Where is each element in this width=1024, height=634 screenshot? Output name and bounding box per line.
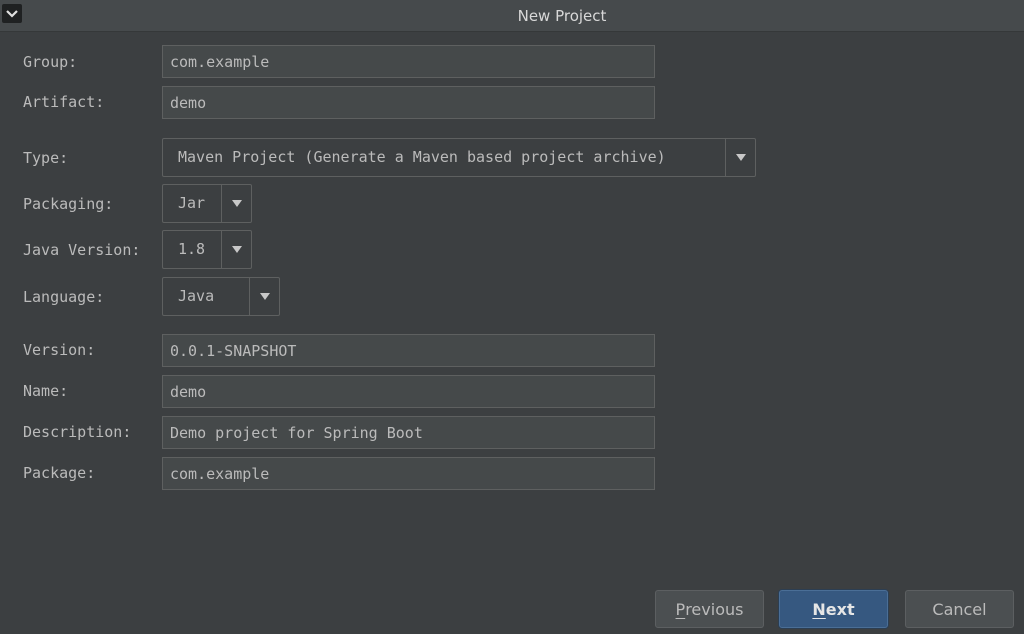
dropdown-arrow-icon [231, 200, 242, 207]
description-label: Description: [23, 423, 132, 441]
next-button[interactable]: Next [779, 590, 888, 628]
version-label: Version: [23, 341, 96, 359]
description-field[interactable] [162, 416, 655, 449]
package-label: Package: [23, 464, 96, 482]
java-version-dropdown[interactable]: 1.8 [162, 230, 252, 269]
name-label: Name: [23, 382, 69, 400]
dropdown-arrow-icon [735, 154, 746, 161]
group-label: Group: [23, 53, 78, 71]
language-dropdown-value: Java [178, 287, 215, 305]
next-button-label: ext [825, 599, 855, 619]
dialog-title: New Project [517, 7, 607, 25]
package-field[interactable] [162, 457, 655, 490]
previous-button-label: revious [685, 599, 744, 619]
language-label: Language: [23, 288, 105, 306]
packaging-dropdown[interactable]: Jar [162, 184, 252, 223]
type-dropdown-arrow[interactable] [725, 139, 755, 176]
previous-button-mnemonic: P [675, 599, 686, 619]
language-dropdown[interactable]: Java [162, 277, 280, 316]
dialog-titlebar: New Project [0, 0, 1024, 32]
cancel-button[interactable]: Cancel [905, 590, 1014, 628]
dropdown-arrow-icon [231, 246, 242, 253]
previous-button[interactable]: Previous [655, 590, 764, 628]
artifact-field[interactable] [162, 86, 655, 119]
name-field[interactable] [162, 375, 655, 408]
java-version-dropdown-value: 1.8 [178, 240, 206, 258]
dropdown-arrow-icon [259, 293, 270, 300]
packaging-dropdown-arrow[interactable] [221, 185, 251, 222]
java-version-label: Java Version: [23, 241, 141, 259]
next-button-mnemonic: N [812, 599, 826, 619]
type-dropdown-value: Maven Project (Generate a Maven based pr… [178, 148, 666, 166]
version-field[interactable] [162, 334, 655, 367]
artifact-label: Artifact: [23, 93, 105, 111]
group-field[interactable] [162, 45, 655, 78]
language-dropdown-arrow[interactable] [249, 278, 279, 315]
packaging-dropdown-value: Jar [178, 194, 206, 212]
packaging-label: Packaging: [23, 195, 114, 213]
type-dropdown[interactable]: Maven Project (Generate a Maven based pr… [162, 138, 756, 177]
type-label: Type: [23, 149, 69, 167]
java-version-dropdown-arrow[interactable] [221, 231, 251, 268]
